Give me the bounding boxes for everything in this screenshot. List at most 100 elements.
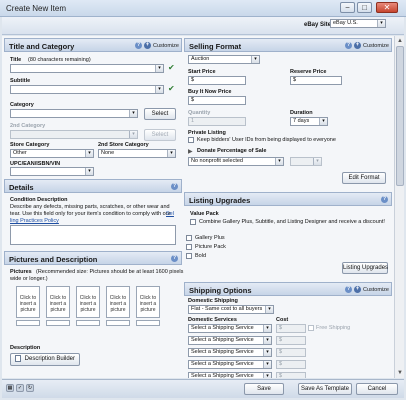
vertical-scrollbar[interactable]: ▲ ▼ [394, 36, 404, 378]
shipping-service-select[interactable]: Select a Shipping Service ▾ [188, 336, 272, 345]
subtitle-input[interactable]: ▾ [10, 85, 164, 94]
gallery-plus-checkbox[interactable] [186, 235, 192, 241]
format-select[interactable]: Auction ▾ [188, 55, 260, 64]
value-pack-checkbox[interactable] [190, 219, 196, 225]
private-listing-checkbox[interactable] [188, 137, 194, 143]
customize-plus-icon[interactable]: + [354, 286, 361, 293]
quantity-input[interactable]: 1 [188, 117, 246, 126]
category-select-button[interactable]: Select [144, 108, 176, 120]
buy-it-now-input[interactable]: $ [188, 96, 246, 105]
chevron-down-icon: ▾ [265, 306, 273, 313]
help-icon[interactable]: ? [171, 255, 178, 262]
listing-upgrades-section: Listing Upgrades ? Value Pack Combine Ga… [184, 192, 392, 278]
gallery-plus-label: Gallery Plus [195, 235, 225, 241]
spellcheck-icon[interactable]: ✓ [16, 384, 24, 392]
bold-checkbox[interactable] [186, 253, 192, 259]
shipping-service-value: Select a Shipping Service [191, 361, 254, 367]
donation-percent-select[interactable]: ▾ [290, 157, 322, 166]
customize-plus-icon[interactable]: + [144, 42, 151, 49]
spellcheck-icon[interactable]: ✔ [168, 84, 175, 93]
picture-slot[interactable]: Click to insert a picture [46, 286, 70, 318]
customize-link[interactable]: Customize [153, 43, 179, 49]
scroll-down-icon[interactable]: ▼ [396, 369, 404, 377]
shipping-service-select[interactable]: Select a Shipping Service ▾ [188, 360, 272, 369]
duration-label: Duration [290, 110, 313, 116]
close-button[interactable]: ✕ [376, 2, 398, 13]
duration-select[interactable]: 7 days ▾ [290, 117, 328, 126]
section-header: Shipping Options ? + Customize [184, 282, 392, 296]
edit-format-button[interactable]: Edit Format [342, 172, 386, 184]
preview-icon[interactable]: ▦ [6, 384, 14, 392]
spellcheck-icon[interactable]: ✔ [168, 63, 175, 72]
second-store-category-select[interactable]: None ▾ [98, 149, 176, 158]
picture-caption[interactable] [106, 320, 130, 326]
chevron-down-icon: ▾ [129, 131, 137, 138]
help-icon[interactable]: ? [345, 42, 352, 49]
donate-label: Donate Percentage of Sale [197, 148, 267, 154]
shipping-cost-input[interactable]: $ [276, 348, 306, 357]
customize-link[interactable]: Customize [363, 43, 389, 49]
picture-slot[interactable]: Click to insert a picture [16, 286, 40, 318]
picture-slot[interactable]: Click to insert a picture [106, 286, 130, 318]
help-icon[interactable]: ? [345, 286, 352, 293]
domestic-shipping-label: Domestic Shipping [188, 298, 238, 304]
condition-textarea[interactable] [10, 225, 176, 245]
cancel-button[interactable]: Cancel [356, 383, 398, 395]
description-label: Description [10, 345, 41, 351]
chevron-down-icon: ▾ [263, 361, 271, 368]
domestic-shipping-select[interactable]: Flat - Same cost to all buyers ▾ [188, 305, 274, 314]
second-category-select[interactable]: ▾ [10, 130, 138, 139]
second-category-select-button[interactable]: Select [144, 129, 176, 141]
shipping-service-select[interactable]: Select a Shipping Service ▾ [188, 372, 272, 378]
pictures-section: Pictures and Description ? Pictures (Rec… [4, 251, 184, 377]
maximize-button[interactable]: □ [357, 2, 372, 13]
shipping-service-select[interactable]: Select a Shipping Service ▾ [188, 324, 272, 333]
quantity-label: Quantity [188, 110, 211, 116]
description-builder-button[interactable]: Description Builder [10, 353, 80, 366]
picture-slot[interactable]: Click to insert a picture [136, 286, 160, 318]
picture-caption[interactable] [46, 320, 70, 326]
save-button[interactable]: Save [244, 383, 284, 395]
refresh-icon[interactable]: ↻ [26, 384, 34, 392]
shipping-service-select[interactable]: Select a Shipping Service ▾ [188, 348, 272, 357]
pictures-hint-1: (Recommended size: Pictures should be at… [36, 269, 184, 275]
value-pack-text: Combine Gallery Plus, Subtitle, and List… [199, 219, 385, 225]
shipping-cost-input[interactable]: $ [276, 324, 306, 333]
selling-policy-link-1[interactable]: Sel [166, 211, 174, 217]
customize-plus-icon[interactable]: + [354, 42, 361, 49]
expand-arrow-icon[interactable]: ▶ [188, 148, 193, 155]
picture-pack-checkbox[interactable] [186, 244, 192, 250]
chevron-down-icon: ▾ [275, 158, 283, 165]
start-price-input[interactable]: $ [188, 76, 246, 85]
picture-caption[interactable] [76, 320, 100, 326]
chevron-down-icon: ▾ [263, 349, 271, 356]
picture-caption[interactable] [16, 320, 40, 326]
shipping-cost-input[interactable]: $ [276, 360, 306, 369]
customize-link[interactable]: Customize [363, 287, 389, 293]
shipping-cost-input[interactable]: $ [276, 336, 306, 345]
minimize-button[interactable]: − [340, 2, 355, 13]
scroll-up-icon[interactable]: ▲ [396, 37, 404, 45]
ebay-site-select[interactable]: eBay U.S. ▾ [330, 19, 386, 28]
site-strip: eBay Site: eBay U.S. ▾ [2, 17, 404, 35]
scroll-thumb[interactable] [396, 46, 404, 186]
store-category-select[interactable]: Other ▾ [10, 149, 94, 158]
picture-slot[interactable]: Click to insert a picture [76, 286, 100, 318]
ebay-site-value: eBay U.S. [333, 20, 358, 26]
picture-caption[interactable] [136, 320, 160, 326]
save-as-template-button[interactable]: Save As Template [298, 383, 352, 395]
subtitle-label: Subtitle [10, 78, 31, 84]
nonprofit-select[interactable]: No nonprofit selected ▾ [188, 157, 284, 166]
shipping-cost-input[interactable]: $ [276, 372, 306, 378]
selling-policy-link-2[interactable]: ling Practices Policy [10, 218, 59, 224]
shipping-service-value: Select a Shipping Service [191, 325, 254, 331]
upc-input[interactable]: ▾ [10, 167, 94, 176]
help-icon[interactable]: ? [171, 183, 178, 190]
reserve-price-input[interactable]: $ [290, 76, 342, 85]
free-shipping-checkbox[interactable] [308, 325, 314, 331]
listing-upgrades-button[interactable]: Listing Upgrades [342, 262, 388, 274]
help-icon[interactable]: ? [381, 196, 388, 203]
category-select[interactable]: ▾ [10, 109, 138, 118]
help-icon[interactable]: ? [135, 42, 142, 49]
title-input[interactable]: ▾ [10, 64, 164, 73]
